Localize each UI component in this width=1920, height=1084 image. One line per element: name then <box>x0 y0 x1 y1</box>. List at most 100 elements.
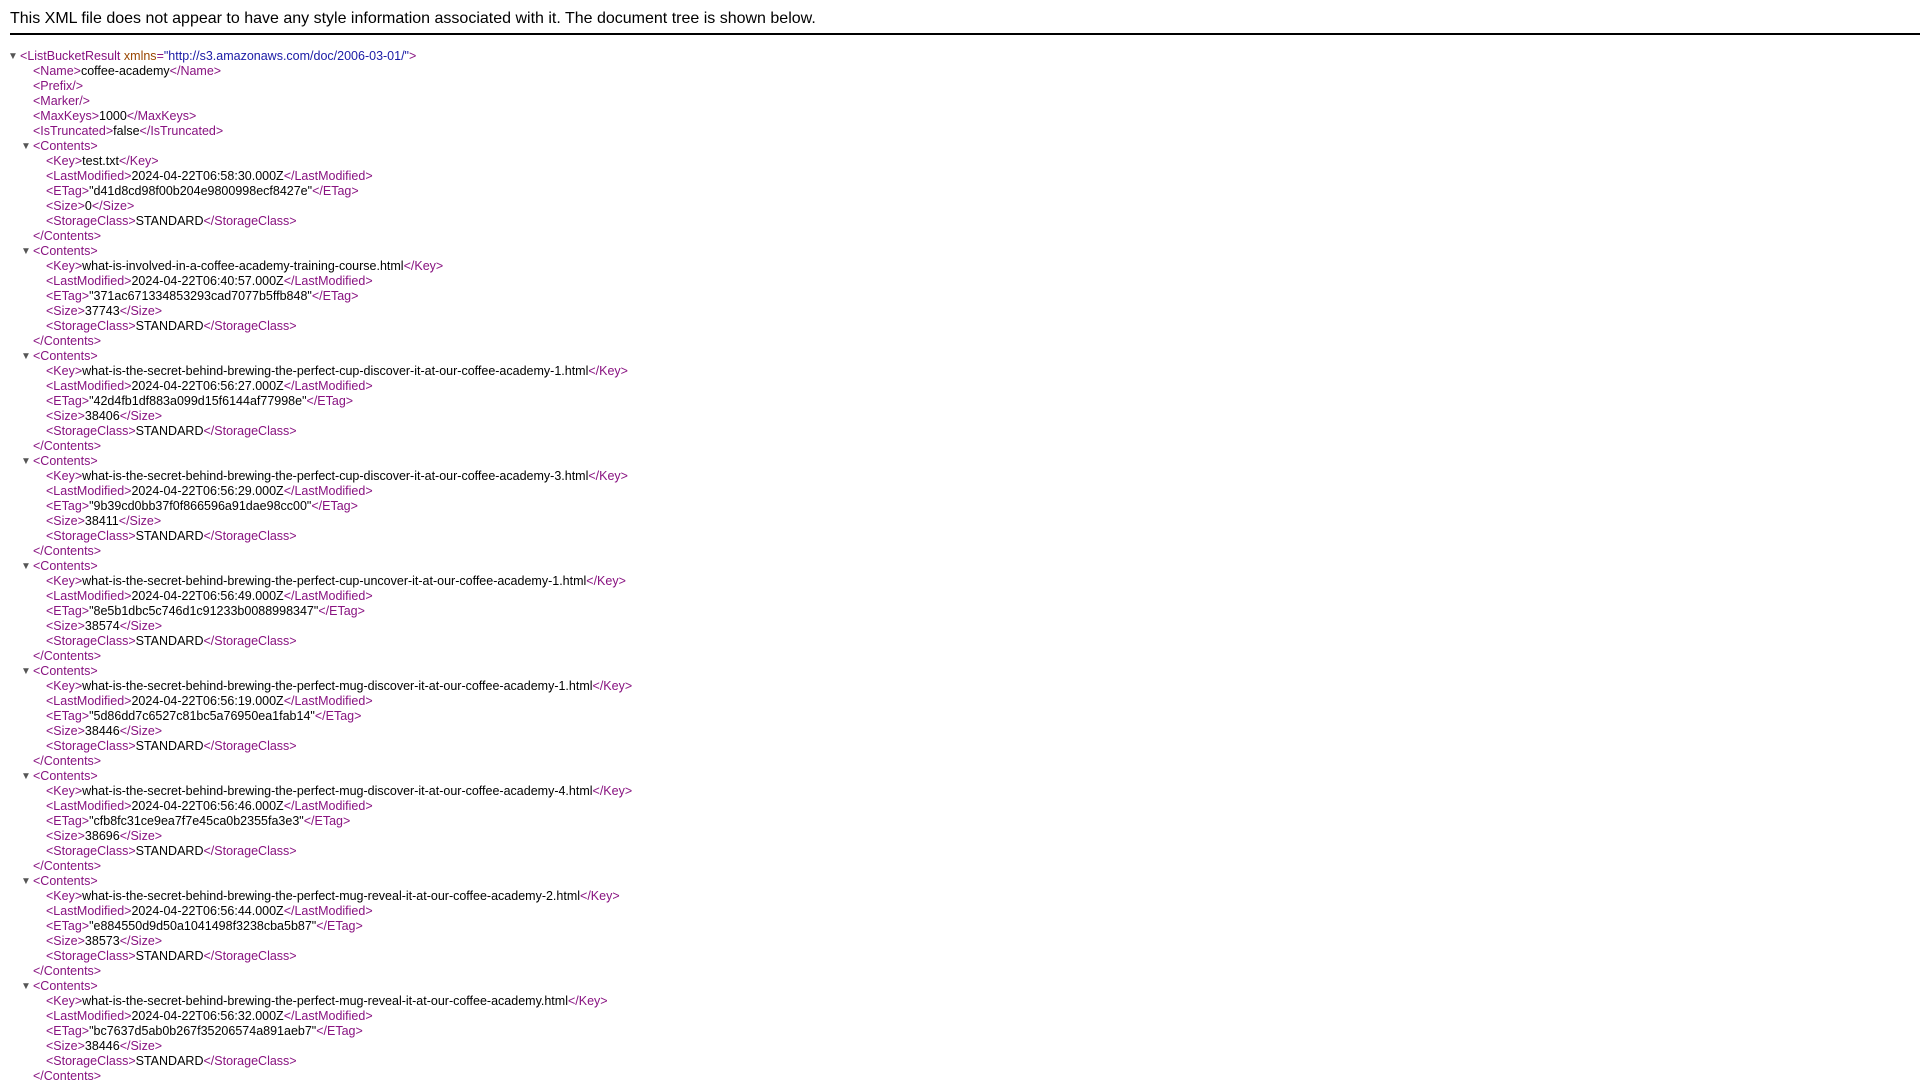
contents-close-tag: </Contents> <box>33 229 102 243</box>
close-tag: </Key> <box>580 889 620 903</box>
size-element: <Size>38446</Size> <box>0 724 1920 739</box>
collapse-toggle-icon[interactable]: ▼ <box>21 349 31 364</box>
size-element-value: 0 <box>84 199 92 213</box>
close-tag: </StorageClass> <box>203 949 297 963</box>
collapse-toggle-icon[interactable]: ▼ <box>21 874 31 889</box>
storage-class-element-value: STANDARD <box>135 529 204 543</box>
collapse-toggle-icon[interactable]: ▼ <box>21 769 31 784</box>
open-tag: <StorageClass> <box>46 319 136 333</box>
last-modified-element-value: 2024-04-22T06:56:46.000Z <box>131 799 284 813</box>
close-tag: </LastModified> <box>283 694 373 708</box>
close-tag: </ETag> <box>316 919 363 933</box>
size-element-value: 38411 <box>84 514 119 528</box>
open-tag: <StorageClass> <box>46 844 136 858</box>
size-element: <Size>37743</Size> <box>0 304 1920 319</box>
close-tag: </LastModified> <box>283 169 373 183</box>
last-modified-element-value: 2024-04-22T06:58:30.000Z <box>131 169 284 183</box>
close-tag: </Key> <box>592 784 633 798</box>
max-keys-element-value: 1000 <box>99 109 127 123</box>
contents-close: </Contents> <box>0 754 1920 769</box>
storage-class-element-value: STANDARD <box>135 739 204 753</box>
collapse-toggle-icon[interactable]: ▼ <box>8 49 18 64</box>
is-truncated-element: <IsTruncated>false</IsTruncated> <box>0 124 1920 139</box>
close-tag: </Size> <box>119 304 163 318</box>
key-element: <Key>what-is-the-secret-behind-brewing-t… <box>0 994 1920 1009</box>
etag-element-value: "d41d8cd98f00b204e9800998ecf8427e" <box>89 184 313 198</box>
last-modified-element-value: 2024-04-22T06:56:29.000Z <box>131 484 284 498</box>
contents-open: ▼ <Contents> <box>0 139 1920 154</box>
open-tag: <Key> <box>46 364 83 378</box>
key-element: <Key>what-is-the-secret-behind-brewing-t… <box>0 679 1920 694</box>
size-element: <Size>38573</Size> <box>0 934 1920 949</box>
key-element-value: what-is-the-secret-behind-brewing-the-pe… <box>82 994 568 1008</box>
close-tag: </Size> <box>119 829 163 843</box>
contents-open-tag: <Contents> <box>33 139 98 153</box>
open-tag: <Size> <box>46 619 85 633</box>
contents-open: ▼ <Contents> <box>0 874 1920 889</box>
close-tag: </ETag> <box>303 814 351 828</box>
collapse-toggle-icon[interactable]: ▼ <box>21 979 31 994</box>
collapse-toggle-icon[interactable]: ▼ <box>21 244 31 259</box>
open-tag: <Key> <box>46 574 83 588</box>
close-tag: </Key> <box>567 994 608 1008</box>
close-tag: </Key> <box>588 364 628 378</box>
storage-class-element: <StorageClass>STANDARD</StorageClass> <box>0 424 1920 439</box>
open-tag: <ETag> <box>46 499 90 513</box>
name-element: <Name>coffee-academy</Name> <box>0 64 1920 79</box>
size-element: <Size>38696</Size> <box>0 829 1920 844</box>
collapse-toggle-icon[interactable]: ▼ <box>21 139 31 154</box>
size-element: <Size>38446</Size> <box>0 1039 1920 1054</box>
contents-open-tag: <Contents> <box>33 769 98 783</box>
open-tag-bracket-end: > <box>409 49 417 63</box>
is-truncated-element-value: false <box>113 124 140 138</box>
marker-element: <Marker/> <box>0 94 1920 109</box>
collapse-toggle-icon[interactable]: ▼ <box>21 559 31 574</box>
close-tag: </ETag> <box>316 1024 363 1038</box>
close-tag: </ETag> <box>314 709 362 723</box>
close-tag: </ETag> <box>312 184 359 198</box>
close-tag: </Size> <box>119 724 163 738</box>
close-tag: </LastModified> <box>283 589 373 603</box>
close-tag: </LastModified> <box>283 799 373 813</box>
contents-close-tag: </Contents> <box>33 649 102 663</box>
open-tag: <LastModified> <box>46 694 132 708</box>
contents-open: ▼ <Contents> <box>0 559 1920 574</box>
open-tag: <StorageClass> <box>46 739 136 753</box>
close-tag: </Size> <box>119 934 163 948</box>
close-tag: </StorageClass> <box>203 214 297 228</box>
contents-open-tag: <Contents> <box>33 979 98 993</box>
xml-document-tree: ▼ <ListBucketResult xmlns="http://s3.amaz… <box>0 49 1920 1084</box>
open-tag: <Key> <box>46 154 83 168</box>
close-tag: </Key> <box>588 469 628 483</box>
open-tag: <ETag> <box>46 289 90 303</box>
etag-element: <ETag>"8e5b1dbc5c746d1c91233b0088998347"… <box>0 604 1920 619</box>
close-tag: </Key> <box>592 679 633 693</box>
contents-close: </Contents> <box>0 439 1920 454</box>
contents-close: </Contents> <box>0 964 1920 979</box>
key-element: <Key>what-is-involved-in-a-coffee-academ… <box>0 259 1920 274</box>
max-keys-element: <MaxKeys>1000</MaxKeys> <box>0 109 1920 124</box>
close-tag: </Size> <box>119 409 163 423</box>
close-tag: </ETag> <box>311 289 359 303</box>
open-tag: <Key> <box>46 784 83 798</box>
last-modified-element-value: 2024-04-22T06:56:27.000Z <box>131 379 284 393</box>
open-tag: <ETag> <box>46 394 90 408</box>
close-tag: </Size> <box>119 619 163 633</box>
prefix-element: <Prefix/> <box>0 79 1920 94</box>
collapse-toggle-icon[interactable]: ▼ <box>21 664 31 679</box>
last-modified-element-value: 2024-04-22T06:40:57.000Z <box>131 274 284 288</box>
open-tag: <LastModified> <box>46 169 132 183</box>
contents-close-tag: </Contents> <box>33 1069 102 1083</box>
close-tag: </StorageClass> <box>203 424 297 438</box>
contents-open: ▼ <Contents> <box>0 769 1920 784</box>
contents-close: </Contents> <box>0 649 1920 664</box>
key-element: <Key>what-is-the-secret-behind-brewing-t… <box>0 364 1920 379</box>
storage-class-element: <StorageClass>STANDARD</StorageClass> <box>0 1054 1920 1069</box>
close-tag: </StorageClass> <box>203 319 297 333</box>
storage-class-element-value: STANDARD <box>135 214 204 228</box>
xmlns-attribute-name: xmlns <box>123 49 157 63</box>
last-modified-element-value: 2024-04-22T06:56:49.000Z <box>131 589 284 603</box>
key-element: <Key>what-is-the-secret-behind-brewing-t… <box>0 469 1920 484</box>
contents-open: ▼ <Contents> <box>0 664 1920 679</box>
collapse-toggle-icon[interactable]: ▼ <box>21 454 31 469</box>
